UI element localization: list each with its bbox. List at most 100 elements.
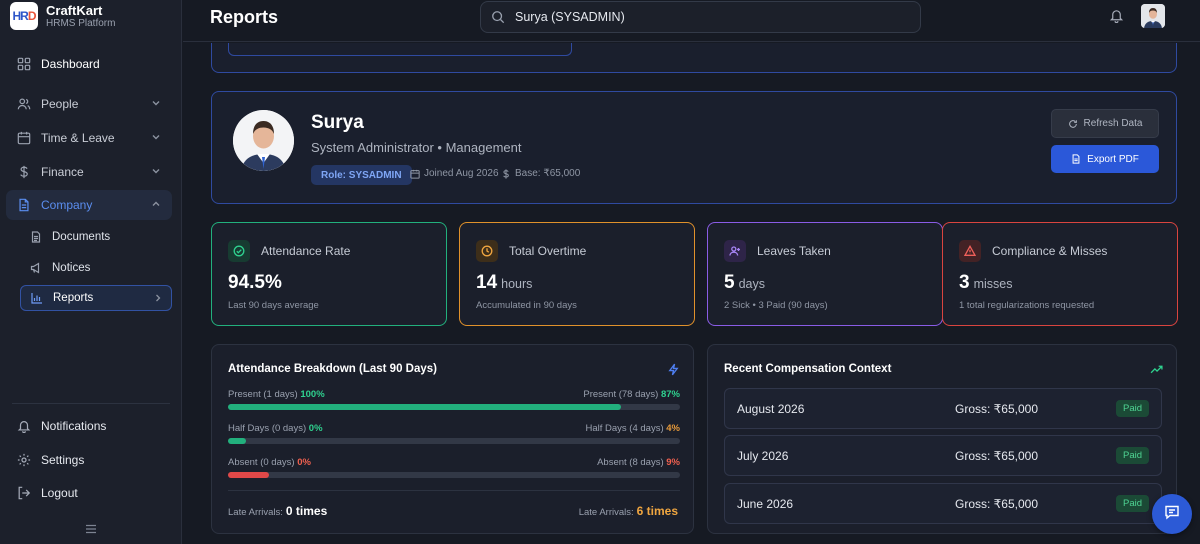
sidebar-item-label: Logout bbox=[41, 486, 78, 500]
logout-icon bbox=[17, 486, 31, 500]
previous-card-inner bbox=[228, 43, 572, 56]
sidebar-item-notifications[interactable]: Notifications bbox=[6, 412, 172, 440]
sidebar-item-company[interactable]: Company bbox=[6, 190, 172, 220]
base-salary: Base: ₹65,000 bbox=[501, 168, 580, 179]
sidebar: HR D CraftKart HRMS Platform Dashboard Pe… bbox=[0, 0, 182, 544]
sidebar-item-dashboard[interactable]: Dashboard bbox=[6, 49, 172, 79]
sidebar-subitem-documents[interactable]: Documents bbox=[20, 224, 172, 250]
sidebar-subitem-label: Documents bbox=[52, 231, 111, 243]
bar-right-label: Absent (8 days) 9% bbox=[597, 457, 680, 468]
profile-avatar bbox=[233, 110, 294, 171]
bar-right-label: Half Days (4 days) 4% bbox=[585, 423, 680, 434]
sidebar-item-finance[interactable]: Finance bbox=[6, 157, 172, 187]
panel-title: Attendance Breakdown (Last 90 Days) bbox=[228, 363, 437, 375]
late-arrivals-right: Late Arrivals: 6 times bbox=[578, 504, 678, 518]
gear-icon bbox=[17, 453, 31, 467]
stat-card-attendance: Attendance Rate 94.5% Last 90 days avera… bbox=[211, 222, 447, 326]
bar-right-pct: 9% bbox=[666, 457, 680, 468]
sidebar-subitem-label: Reports bbox=[53, 292, 94, 304]
comp-gross: Gross: ₹65,000 bbox=[955, 449, 1039, 463]
users-icon bbox=[17, 97, 31, 111]
stat-title: Leaves Taken bbox=[757, 244, 831, 258]
late-arrivals-left: Late Arrivals: 0 times bbox=[228, 504, 328, 518]
dollar-icon bbox=[17, 165, 31, 179]
joined-text: Joined Aug 2026 bbox=[424, 168, 499, 179]
stat-value: 5 days bbox=[724, 272, 765, 293]
progress-track bbox=[228, 438, 680, 444]
compensation-row[interactable]: June 2026 Gross: ₹65,000 Paid bbox=[724, 483, 1162, 524]
menu-collapse-icon[interactable] bbox=[84, 522, 98, 536]
role-badge: Role: SYSADMIN bbox=[311, 165, 412, 185]
progress-track bbox=[228, 404, 680, 410]
user-avatar[interactable] bbox=[1141, 4, 1165, 28]
progress-track bbox=[228, 472, 680, 478]
bar-row-absent: Absent (0 days) 0% Absent (8 days) 9% bbox=[228, 457, 680, 478]
bar-right-pct: 4% bbox=[666, 423, 680, 434]
profile-card: Surya System Administrator • Management … bbox=[211, 91, 1177, 204]
refresh-data-button[interactable]: Refresh Data bbox=[1051, 109, 1159, 138]
page-title: Reports bbox=[210, 7, 279, 27]
stat-card-compliance: Compliance & Misses 3 misses 1 total regu… bbox=[942, 222, 1178, 326]
sidebar-subitem-reports[interactable]: Reports bbox=[20, 285, 172, 311]
comp-gross: Gross: ₹65,000 bbox=[955, 497, 1039, 511]
compensation-row[interactable]: August 2026 Gross: ₹65,000 Paid bbox=[724, 388, 1162, 429]
sidebar-item-time-leave[interactable]: Time & Leave bbox=[6, 123, 172, 153]
building-icon bbox=[17, 198, 31, 212]
stat-card-leaves: Leaves Taken 5 days 2 Sick • 3 Paid (90 d… bbox=[707, 222, 943, 326]
chat-button[interactable] bbox=[1152, 494, 1192, 534]
sidebar-item-settings[interactable]: Settings bbox=[6, 446, 172, 474]
late-left-value: 0 times bbox=[285, 504, 328, 518]
chevron-right-icon bbox=[153, 293, 163, 303]
bar-left-label: Absent (0 days) 0% bbox=[228, 457, 311, 468]
bar-left-label: Half Days (0 days) 0% bbox=[228, 423, 323, 434]
brand[interactable]: HR D CraftKart HRMS Platform bbox=[10, 2, 115, 30]
chart-icon bbox=[31, 292, 43, 304]
brand-subtitle: HRMS Platform bbox=[46, 17, 116, 29]
stat-title: Compliance & Misses bbox=[992, 244, 1108, 258]
clock-icon bbox=[476, 240, 498, 262]
notification-bell-icon[interactable] bbox=[1109, 8, 1124, 24]
stat-subtitle: 2 Sick • 3 Paid (90 days) bbox=[724, 300, 828, 311]
sidebar-item-label: Finance bbox=[41, 165, 84, 179]
bell-icon bbox=[17, 419, 31, 434]
bar-right-pct: 87% bbox=[660, 389, 680, 400]
export-pdf-button[interactable]: Export PDF bbox=[1051, 145, 1159, 173]
base-text: Base: ₹65,000 bbox=[515, 168, 581, 179]
bar-row-present: Present (1 days) 100% Present (78 days) … bbox=[228, 389, 680, 410]
sidebar-item-logout[interactable]: Logout bbox=[6, 479, 172, 507]
sidebar-subitem-notices[interactable]: Notices bbox=[20, 255, 172, 281]
stat-title: Total Overtime bbox=[509, 244, 587, 258]
sidebar-item-label: Dashboard bbox=[41, 57, 100, 71]
sidebar-item-people[interactable]: People bbox=[6, 89, 172, 119]
check-circle-icon bbox=[228, 240, 250, 262]
stat-unit: misses bbox=[973, 277, 1013, 291]
profile-role: System Administrator • Management bbox=[311, 140, 522, 155]
sidebar-item-label: People bbox=[41, 97, 79, 111]
stat-unit: hours bbox=[501, 277, 533, 291]
compensation-panel: Recent Compensation Context August 2026 … bbox=[707, 344, 1177, 534]
panel-title: Recent Compensation Context bbox=[724, 363, 892, 375]
search-input[interactable] bbox=[515, 10, 895, 24]
export-label: Export PDF bbox=[1087, 153, 1139, 165]
bar-right-label: Present (78 days) 87% bbox=[583, 389, 680, 400]
brand-logo: HR D bbox=[10, 2, 38, 30]
chevron-down-icon bbox=[150, 97, 162, 109]
bar-row-half-days: Half Days (0 days) 0% Half Days (4 days)… bbox=[228, 423, 680, 444]
search-box[interactable] bbox=[480, 1, 921, 33]
topbar: Reports bbox=[183, 0, 1200, 42]
file-icon bbox=[1071, 154, 1081, 164]
sidebar-item-label: Settings bbox=[41, 453, 85, 467]
sidebar-subitem-label: Notices bbox=[52, 262, 91, 274]
stat-subtitle: Accumulated in 90 days bbox=[476, 300, 577, 311]
progress-fill bbox=[228, 438, 247, 444]
compensation-row[interactable]: July 2026 Gross: ₹65,000 Paid bbox=[724, 435, 1162, 476]
sidebar-divider bbox=[12, 403, 170, 404]
calendar-icon bbox=[17, 131, 31, 145]
stat-value: 14 hours bbox=[476, 272, 533, 293]
joined-date: Joined Aug 2026 bbox=[410, 168, 499, 179]
chevron-down-icon bbox=[150, 131, 162, 143]
trending-up-icon bbox=[1150, 363, 1163, 376]
stat-card-overtime: Total Overtime 14 hours Accumulated in 90… bbox=[459, 222, 695, 326]
stat-value: 94.5% bbox=[228, 272, 282, 293]
comp-gross: Gross: ₹65,000 bbox=[955, 402, 1039, 416]
